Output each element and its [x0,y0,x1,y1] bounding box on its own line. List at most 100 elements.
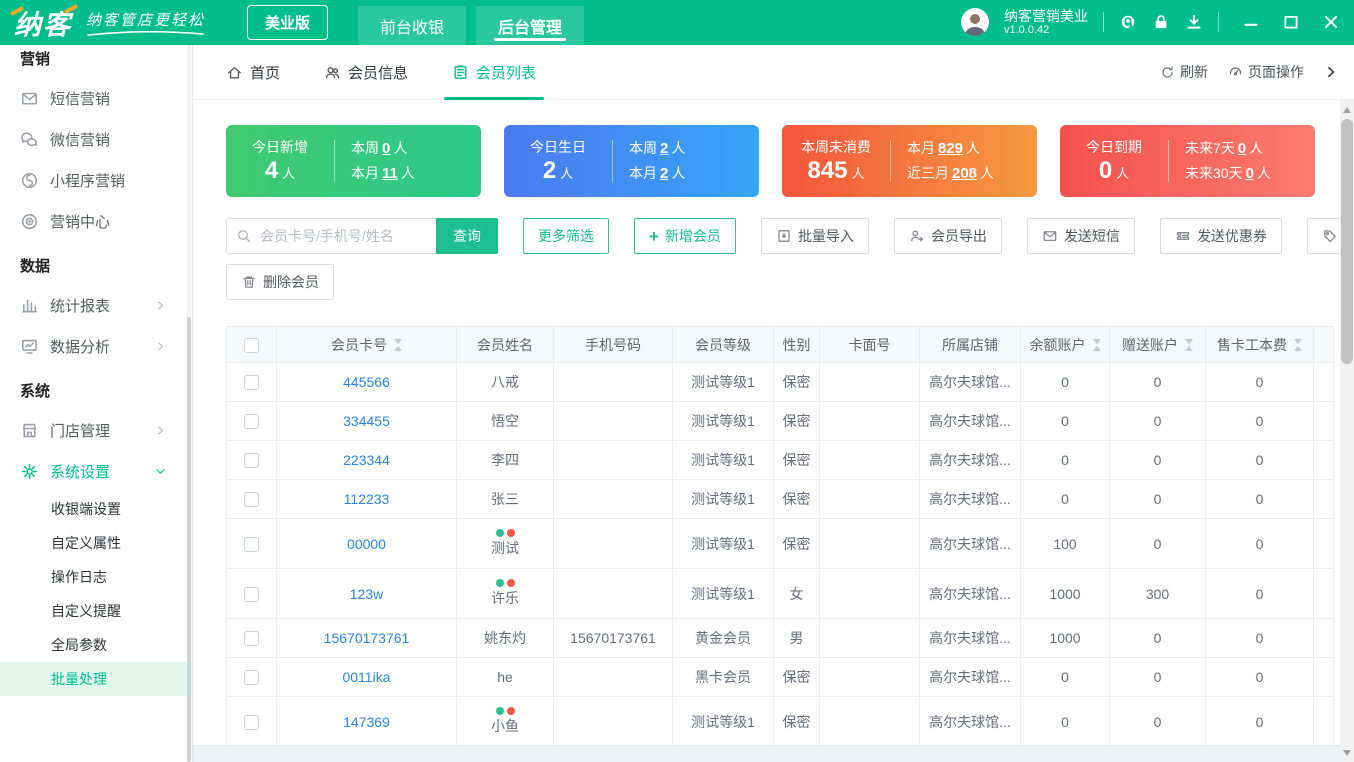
sidebar-subitem-操作日志[interactable]: 操作日志 [0,560,192,594]
新增会员-button[interactable]: +新增会员 [634,218,736,254]
sort-arrows[interactable] [1294,339,1302,351]
member-card-link[interactable]: 00000 [347,536,386,552]
member-card-link[interactable]: 223344 [343,452,390,468]
member-name-text: he [458,668,552,687]
nav-tab-backoffice[interactable]: 后台管理 [476,6,584,45]
maximize-button[interactable] [1282,13,1300,31]
column-header-label: 售卡工本费 [1217,335,1287,355]
sidebar-scrollbar-thumb[interactable] [187,317,191,762]
table-row: 15670173761姚东灼15670173761黄金会员男高尔夫球馆...10… [227,619,1334,658]
horizontal-scroll-area[interactable] [193,745,1340,762]
sidebar-item-短信营销[interactable]: 短信营销 [0,78,192,119]
sidebar-subitem-自定义属性[interactable]: 自定义属性 [0,526,192,560]
sort-arrows[interactable] [1093,339,1101,351]
sidebar-item-小程序营销[interactable]: 小程序营销 [0,160,192,201]
export-user-icon [909,228,925,244]
cell-level: 测试等级1 [673,519,774,569]
row-checkbox[interactable] [244,670,259,685]
stat-card-今日到期[interactable]: 今日到期0人未来7天0人未来30天0人 [1060,125,1315,197]
sidebar-subitem-收银端设置[interactable]: 收银端设置 [0,492,192,526]
sidebar-subitem-自定义提醒[interactable]: 自定义提醒 [0,594,192,628]
row-checkbox[interactable] [244,631,259,646]
row-checkbox[interactable] [244,414,259,429]
member-card-link[interactable]: 123w [350,586,383,602]
sidebar-section-数据: 数据 [0,242,192,285]
member-card-link[interactable]: 15670173761 [324,630,410,646]
nav-tab-cashier[interactable]: 前台收银 [358,6,466,45]
cell-gift: 0 [1110,519,1206,569]
lock-icon[interactable] [1152,13,1170,31]
row-checkbox[interactable] [244,537,259,552]
sort-arrows[interactable] [394,339,402,351]
scroll-down-arrow[interactable] [1340,745,1354,760]
stat-card-left: 今日生日2人 [504,137,612,185]
stat-card-今日生日[interactable]: 今日生日2人本周2人本月2人 [504,125,759,197]
stat-card-今日新增[interactable]: 今日新增4人本周0人本月11人 [226,125,481,197]
chevron-right-icon[interactable] [1324,65,1338,79]
cell-name: 李四 [457,441,554,480]
scroll-up-arrow[interactable] [1340,102,1354,117]
download-icon[interactable] [1185,13,1203,31]
sidebar-item-门店管理[interactable]: 门店管理 [0,410,192,451]
close-button[interactable] [1322,13,1340,31]
cell-gift: 0 [1110,658,1206,697]
cell-checkbox [227,441,277,480]
cell-level: 测试等级1 [673,363,774,402]
会员导出-button[interactable]: 会员导出 [894,218,1002,254]
row-checkbox[interactable] [244,453,259,468]
sidebar-scrollbar[interactable] [187,45,191,762]
发送优惠券-button[interactable]: 发送优惠券 [1160,218,1282,254]
refresh-button[interactable]: 刷新 [1160,62,1208,82]
column-header-inner: 会员姓名 [477,335,533,355]
row-checkbox[interactable] [244,715,259,730]
stat-card-本周未消费[interactable]: 本周未消费845人本月829人近三月208人 [782,125,1037,197]
table-row: 112233张三测试等级1保密高尔夫球馆...000 [227,480,1334,519]
tab-member-info[interactable]: 会员信息 [324,45,408,100]
plus-icon: + [649,228,659,245]
support-icon[interactable] [1119,13,1137,31]
vertical-scrollbar[interactable] [1340,100,1354,762]
tab-member-list[interactable]: 会员列表 [452,45,536,100]
member-card-link[interactable]: 0011ika [342,669,390,685]
edition-badge-button[interactable]: 美业版 [247,5,328,40]
row-checkbox[interactable] [244,492,259,507]
member-card-link[interactable]: 334455 [343,413,390,429]
tab-home[interactable]: 首页 [226,45,280,100]
cell-spacer [1314,480,1334,519]
minimize-button[interactable] [1242,13,1260,31]
会员标签-button[interactable]: 会员标签 [1307,218,1340,254]
sidebar-item-数据分析[interactable]: 数据分析 [0,326,192,367]
cell-level: 黑卡会员 [673,658,774,697]
cell-card_no: 123w [277,569,457,619]
page-operations-button[interactable]: 页面操作 [1228,62,1304,82]
cell-balance: 1000 [1021,619,1110,658]
search-input[interactable] [258,227,436,245]
member-card-link[interactable]: 445566 [343,374,390,390]
sidebar-subitem-全局参数[interactable]: 全局参数 [0,628,192,662]
cell-store: 高尔夫球馆... [920,480,1021,519]
sidebar-item-微信营销[interactable]: 微信营销 [0,119,192,160]
更多筛选-button[interactable]: 更多筛选 [523,218,609,254]
page-tabstrip: 首页 会员信息 会员列表 刷新 页面操作 [193,45,1354,100]
cell-card_no: 15670173761 [277,619,457,658]
发送短信-button[interactable]: 发送短信 [1027,218,1135,254]
sidebar-item-label: 门店管理 [50,420,110,441]
sort-arrows[interactable] [1185,339,1193,351]
user-info[interactable]: 纳客营销美业 v1.0.0.42 [1004,8,1088,37]
row-checkbox[interactable] [244,587,259,602]
avatar[interactable] [961,8,989,36]
删除会员-button[interactable]: 删除会员 [226,264,334,300]
sidebar-item-营销中心[interactable]: 营销中心 [0,201,192,242]
cell-phone [554,441,673,480]
sidebar-item-label: 小程序营销 [50,170,125,191]
row-checkbox[interactable] [244,375,259,390]
sidebar-item-统计报表[interactable]: 统计报表 [0,285,192,326]
member-card-link[interactable]: 112233 [344,491,390,507]
批量导入-button[interactable]: 批量导入 [761,218,869,254]
select-all-checkbox[interactable] [244,338,259,353]
query-button[interactable]: 查询 [436,218,498,254]
member-card-link[interactable]: 147369 [343,714,390,730]
sidebar-item-系统设置[interactable]: 系统设置 [0,451,192,492]
sidebar-subitem-批量处理[interactable]: 批量处理 [0,662,192,696]
scrollbar-thumb[interactable] [1341,119,1353,364]
